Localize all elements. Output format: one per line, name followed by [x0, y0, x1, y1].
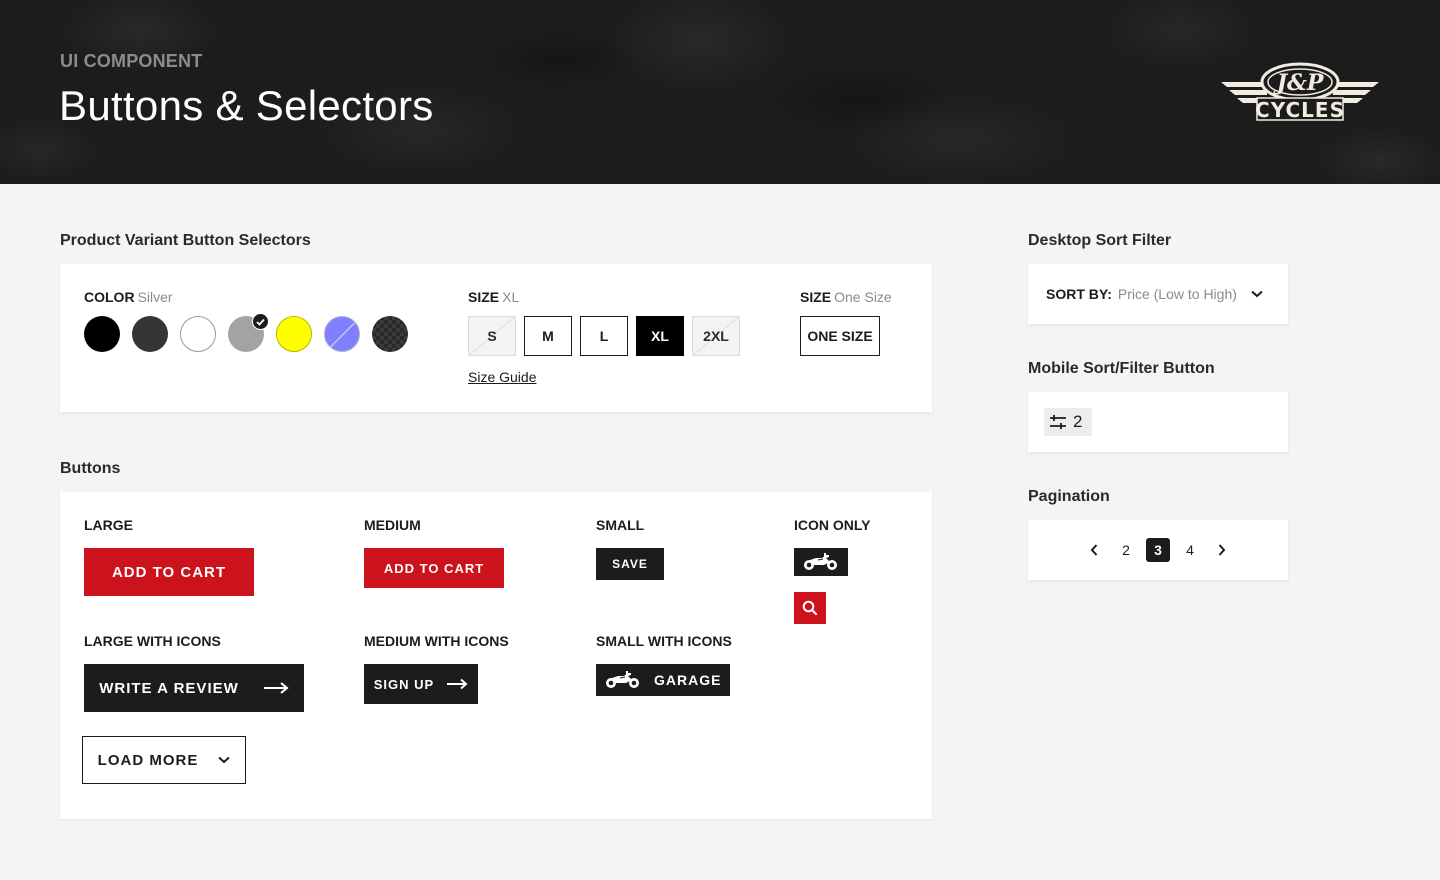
arrow-right-icon — [263, 682, 289, 694]
label-medium: MEDIUM — [364, 517, 421, 533]
mobile-sort-filter-button[interactable]: 2 — [1044, 408, 1092, 436]
load-more-button[interactable]: LOAD MORE — [82, 736, 246, 784]
chevron-down-icon — [1251, 290, 1263, 298]
swatch-yellow[interactable] — [276, 316, 312, 352]
save-button[interactable]: SAVE — [596, 548, 664, 580]
size-option-l[interactable]: L — [580, 316, 628, 356]
motorcycle-icon — [606, 671, 639, 688]
size-option-one-size[interactable]: ONE SIZE — [800, 316, 880, 356]
swatch-black[interactable] — [84, 316, 120, 352]
add-to-cart-medium-button[interactable]: ADD TO CART — [364, 548, 504, 588]
one-size-option-label: SIZE One Size — [800, 289, 892, 305]
sort-by-label: SORT BY: — [1046, 286, 1112, 302]
section-title-pagination: Pagination — [1028, 488, 1110, 505]
load-more-label: LOAD MORE — [97, 751, 199, 769]
logo-text-jp: J&P — [1273, 70, 1325, 96]
color-label: COLOR — [84, 289, 135, 305]
checkmark-icon — [252, 313, 269, 330]
sign-up-label: SIGN UP — [373, 676, 435, 692]
one-size-label: SIZE — [800, 289, 832, 305]
search-button[interactable] — [794, 592, 826, 624]
arrow-right-icon — [447, 678, 468, 690]
sign-up-button[interactable]: SIGN UP — [364, 664, 478, 704]
page-title: Buttons & Selectors — [59, 82, 434, 129]
logo-text-cycles: CYCLES — [1255, 98, 1345, 122]
size-option-s[interactable]: S — [468, 316, 516, 356]
pagination-next[interactable] — [1210, 538, 1234, 562]
size-option-2xl[interactable]: 2XL — [692, 316, 740, 356]
label-icon-only: ICON ONLY — [794, 517, 871, 533]
swatch-carbon-fiber[interactable] — [372, 316, 408, 352]
size-option-label: 2XL — [703, 328, 729, 344]
size-label: SIZE — [468, 289, 500, 305]
size-option-xl[interactable]: XL — [636, 316, 684, 356]
chevron-left-icon — [1090, 544, 1098, 556]
swatch-silver[interactable] — [228, 313, 269, 352]
size-option-label: SIZE XL — [468, 289, 519, 305]
garage-icon-button[interactable] — [794, 548, 848, 576]
pagination-prev[interactable] — [1082, 538, 1106, 562]
label-small: SMALL — [596, 517, 645, 533]
chevron-down-icon — [218, 756, 230, 764]
size-option-label: S — [487, 328, 497, 344]
hero-eyebrow: UI COMPONENT — [60, 51, 203, 71]
sort-by-value: Price (Low to High) — [1117, 286, 1237, 302]
size-option-label: XL — [651, 328, 669, 344]
label-medium-with-icons: MEDIUM WITH ICONS — [364, 633, 509, 649]
size-selected-value: XL — [502, 289, 520, 305]
color-option-label: COLOR Silver — [84, 289, 173, 305]
section-title-sort: Desktop Sort Filter — [1028, 232, 1172, 249]
pagination-page[interactable]: 4 — [1178, 538, 1202, 562]
filter-count: 2 — [1073, 412, 1083, 431]
sort-panel: SORT BY: Price (Low to High) — [1028, 264, 1288, 324]
search-icon — [802, 600, 818, 616]
sort-dropdown[interactable]: SORT BY: Price (Low to High) — [1046, 264, 1263, 324]
section-title-buttons: Buttons — [60, 460, 121, 477]
section-title-variants: Product Variant Button Selectors — [60, 232, 311, 249]
one-size-selected-value: One Size — [834, 289, 892, 305]
motorcycle-icon — [804, 553, 837, 570]
write-a-review-button[interactable]: WRITE A REVIEW — [84, 664, 304, 712]
size-option-label: M — [542, 328, 554, 344]
chevron-right-icon — [1218, 544, 1226, 556]
size-guide-link[interactable]: Size Guide — [468, 369, 536, 385]
label-large-with-icons: LARGE WITH ICONS — [84, 633, 221, 649]
add-to-cart-large-button[interactable]: ADD TO CART — [84, 548, 254, 596]
swatch-charcoal[interactable] — [132, 316, 168, 352]
filter-sliders-icon — [1050, 415, 1066, 429]
label-small-with-icons: SMALL WITH ICONS — [596, 633, 732, 649]
size-option-label: L — [599, 328, 609, 344]
swatch-white[interactable] — [180, 316, 216, 352]
section-title-mobile-filter: Mobile Sort/Filter Button — [1028, 360, 1215, 377]
pagination-page[interactable]: 2 — [1114, 538, 1138, 562]
garage-label: GARAGE — [654, 672, 722, 688]
garage-button[interactable]: GARAGE — [596, 664, 730, 696]
swatch-blue[interactable] — [324, 316, 360, 352]
label-large: LARGE — [84, 517, 133, 533]
hero-banner: UI COMPONENT Buttons & Selectors J&P CYC… — [0, 0, 1440, 184]
color-selected-value: Silver — [137, 289, 173, 305]
brand-logo[interactable]: J&P CYCLES — [1221, 62, 1379, 124]
write-a-review-label: WRITE A REVIEW — [99, 679, 239, 697]
size-option-m[interactable]: M — [524, 316, 572, 356]
pagination-page-current[interactable]: 3 — [1146, 538, 1170, 562]
